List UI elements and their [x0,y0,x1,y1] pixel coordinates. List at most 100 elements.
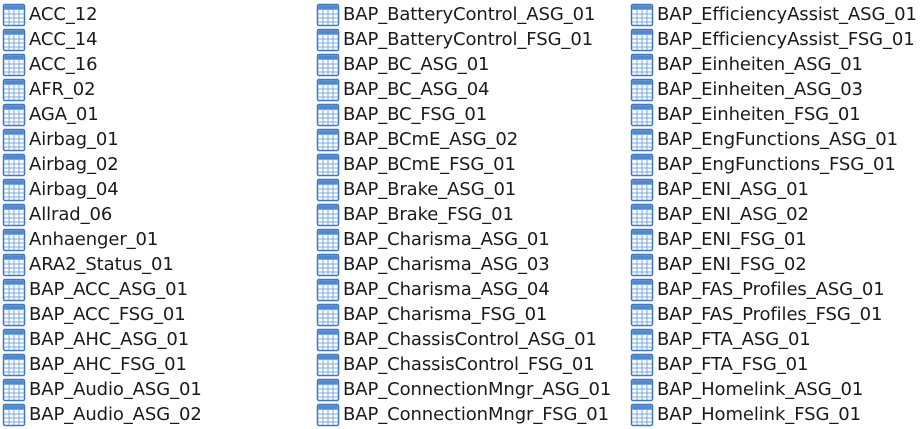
table-file-icon [630,328,654,352]
file-item[interactable]: BAP_Charisma_ASG_03 [316,252,611,277]
file-item[interactable]: BAP_Einheiten_ASG_03 [630,77,917,102]
file-item[interactable]: AFR_02 [2,77,202,102]
file-item[interactable]: BAP_BC_FSG_01 [316,102,611,127]
file-item[interactable]: BAP_BatteryControl_ASG_01 [316,2,611,27]
file-item[interactable]: BAP_ENI_FSG_02 [630,252,917,277]
table-file-icon [2,328,26,352]
file-name: BAP_ENI_ASG_01 [657,179,809,200]
file-item[interactable]: BAP_Audio_ASG_01 [2,377,202,402]
file-item[interactable]: BAP_ACC_ASG_01 [2,277,202,302]
file-column-3: BAP_EfficiencyAssist_ASG_01 BAP_Efficienc… [630,2,917,427]
table-file-icon [2,228,26,252]
table-file-icon [316,203,340,227]
file-item[interactable]: BAP_FAS_Profiles_ASG_01 [630,277,917,302]
file-item[interactable]: Airbag_01 [2,127,202,152]
file-item[interactable]: BAP_BC_ASG_04 [316,77,611,102]
file-name: ACC_16 [29,54,98,75]
file-item[interactable]: BAP_AHC_ASG_01 [2,327,202,352]
file-name: BAP_Charisma_FSG_01 [343,304,548,325]
file-name: BAP_BatteryControl_FSG_01 [343,29,594,50]
table-file-icon [316,28,340,52]
file-item[interactable]: BAP_BCmE_FSG_01 [316,152,611,177]
file-name: BAP_EngFunctions_FSG_01 [657,154,896,175]
file-item[interactable]: BAP_ConnectionMngr_ASG_01 [316,377,611,402]
table-file-icon [630,228,654,252]
file-item[interactable]: BAP_ACC_FSG_01 [2,302,202,327]
file-name: Airbag_01 [29,129,119,150]
file-name: BAP_AHC_ASG_01 [29,329,190,350]
table-file-icon [316,378,340,402]
file-item[interactable]: ACC_16 [2,52,202,77]
table-file-icon [2,303,26,327]
table-file-icon [316,328,340,352]
file-name: ACC_12 [29,4,98,25]
file-item[interactable]: BAP_EfficiencyAssist_ASG_01 [630,2,917,27]
table-file-icon [316,403,340,427]
file-item[interactable]: BAP_EfficiencyAssist_FSG_01 [630,27,917,52]
file-name: BAP_Audio_ASG_01 [29,379,202,400]
table-file-icon [2,28,26,52]
file-name: BAP_FTA_FSG_01 [657,354,809,375]
file-item[interactable]: Anhaenger_01 [2,227,202,252]
file-item[interactable]: BAP_Charisma_ASG_01 [316,227,611,252]
file-item[interactable]: BAP_Brake_ASG_01 [316,177,611,202]
file-name: Airbag_02 [29,154,119,175]
file-item[interactable]: Airbag_04 [2,177,202,202]
file-name: BAP_BCmE_ASG_02 [343,129,519,150]
file-item[interactable]: BAP_Charisma_ASG_04 [316,277,611,302]
table-file-icon [316,228,340,252]
file-name: BAP_ConnectionMngr_ASG_01 [343,379,612,400]
table-file-icon [2,3,26,27]
table-file-icon [316,78,340,102]
file-name: BAP_BC_ASG_01 [343,54,490,75]
file-name: Anhaenger_01 [29,229,159,250]
file-name: BAP_Einheiten_ASG_03 [657,79,863,100]
file-name: AFR_02 [29,79,96,100]
file-item[interactable]: BAP_EngFunctions_ASG_01 [630,127,917,152]
file-item[interactable]: BAP_BCmE_ASG_02 [316,127,611,152]
file-name: BAP_ConnectionMngr_FSG_01 [343,404,609,425]
file-item[interactable]: BAP_FTA_ASG_01 [630,327,917,352]
file-item[interactable]: BAP_BatteryControl_FSG_01 [316,27,611,52]
file-name: BAP_Charisma_ASG_01 [343,229,550,250]
file-item[interactable]: BAP_Charisma_FSG_01 [316,302,611,327]
table-file-icon [630,403,654,427]
file-item[interactable]: BAP_FTA_FSG_01 [630,352,917,377]
file-name: ARA2_Status_01 [29,254,174,275]
file-item[interactable]: Airbag_02 [2,152,202,177]
file-name: BAP_Homelink_ASG_01 [657,379,864,400]
file-column-1: ACC_12 ACC_14 ACC_16 AFR_02 AGA_01 Airbag_01 A… [2,2,202,427]
file-name: BAP_BC_FSG_01 [343,104,488,125]
file-item[interactable]: ACC_12 [2,2,202,27]
table-file-icon [316,303,340,327]
file-item[interactable]: BAP_ENI_ASG_02 [630,202,917,227]
table-file-icon [630,78,654,102]
file-item[interactable]: BAP_EngFunctions_FSG_01 [630,152,917,177]
file-name: BAP_EfficiencyAssist_ASG_01 [657,4,917,25]
file-name: BAP_ENI_FSG_02 [657,254,807,275]
file-item[interactable]: BAP_AHC_FSG_01 [2,352,202,377]
file-item[interactable]: BAP_ChassisControl_ASG_01 [316,327,611,352]
file-item[interactable]: Allrad_06 [2,202,202,227]
file-name: BAP_BatteryControl_ASG_01 [343,4,596,25]
file-item[interactable]: BAP_Audio_ASG_02 [2,402,202,427]
file-item[interactable]: ACC_14 [2,27,202,52]
table-file-icon [630,253,654,277]
file-item[interactable]: BAP_FAS_Profiles_FSG_01 [630,302,917,327]
file-name: BAP_ACC_ASG_01 [29,279,188,300]
file-item[interactable]: BAP_Homelink_ASG_01 [630,377,917,402]
file-name: BAP_BCmE_FSG_01 [343,154,516,175]
table-file-icon [630,128,654,152]
file-item[interactable]: BAP_Homelink_FSG_01 [630,402,917,427]
file-item[interactable]: BAP_Brake_FSG_01 [316,202,611,227]
file-item[interactable]: BAP_ChassisControl_FSG_01 [316,352,611,377]
file-item[interactable]: AGA_01 [2,102,202,127]
file-item[interactable]: BAP_BC_ASG_01 [316,52,611,77]
file-name: BAP_Brake_FSG_01 [343,204,514,225]
file-item[interactable]: BAP_ENI_ASG_01 [630,177,917,202]
file-item[interactable]: ARA2_Status_01 [2,252,202,277]
file-item[interactable]: BAP_Einheiten_ASG_01 [630,52,917,77]
file-item[interactable]: BAP_ConnectionMngr_FSG_01 [316,402,611,427]
file-item[interactable]: BAP_Einheiten_FSG_01 [630,102,917,127]
file-item[interactable]: BAP_ENI_FSG_01 [630,227,917,252]
